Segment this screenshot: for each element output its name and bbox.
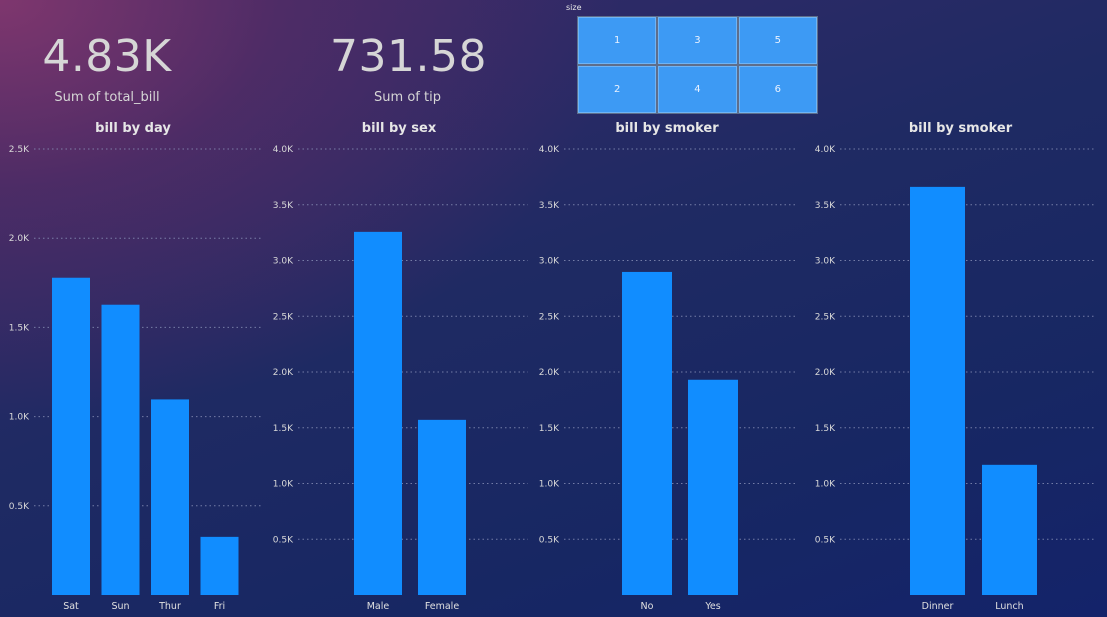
kpi-value: 4.83K [42, 31, 172, 82]
chart-plot: 0.5K 1.0K 1.5K 2.0K 2.5K 3.0K 3.5K 4.0K Male Fema… [273, 145, 528, 612]
kpi-card-tip: 731.58 Sum of tip [330, 31, 487, 106]
bar-no[interactable] [622, 271, 672, 595]
y-tick-label: 3.5K [815, 201, 836, 211]
y-tick-label: 0.5K [9, 502, 30, 512]
x-category-label: Fri [214, 601, 225, 612]
y-tick-label: 1.0K [273, 480, 294, 490]
slicer-tile-2[interactable]: 2 [578, 66, 657, 113]
slicer-title: size [566, 3, 582, 12]
y-tick-label: 2.5K [539, 312, 560, 322]
chart-bill-by-time: bill by smoker 0.5K 1.0K 1.5K 2.0K 2.5K 3.0K 3… [814, 118, 1107, 617]
y-tick-label: 0.5K [815, 535, 836, 545]
y-tick-label: 1.5K [539, 424, 560, 434]
x-category-label: Yes [704, 601, 720, 612]
kpi-card-total-bill: 4.83K Sum of total_bill [42, 31, 172, 106]
bar-yes[interactable] [688, 379, 738, 595]
slicer-tile-3[interactable]: 3 [658, 17, 737, 64]
y-tick-label: 4.0K [539, 145, 560, 155]
chart-plot: 0.5K 1.0K 1.5K 2.0K 2.5K 3.0K 3.5K 4.0K Dinner Lu… [815, 145, 1096, 612]
chart-bill-by-day: bill by day 0.5K 1.0K 1.5K 2.0K 2.5K Sat Sun Th… [0, 118, 266, 617]
slicer-tile-4[interactable]: 4 [658, 66, 737, 113]
y-tick-label: 2.0K [815, 368, 836, 378]
chart-plot: 0.5K 1.0K 1.5K 2.0K 2.5K Sat Sun Thur Fri [9, 145, 262, 612]
bar-male[interactable] [354, 231, 402, 595]
chart-bill-by-smoker: bill by smoker 0.5K 1.0K 1.5K 2.0K 2.5K 3.0K 3… [532, 118, 802, 617]
x-category-label: Sat [63, 601, 79, 612]
y-tick-label: 1.5K [273, 424, 294, 434]
y-tick-label: 3.5K [273, 201, 294, 211]
kpi-value: 731.58 [330, 31, 487, 82]
y-tick-label: 0.5K [273, 535, 294, 545]
kpi-label: Sum of total_bill [54, 90, 160, 105]
y-tick-label: 1.5K [815, 424, 836, 434]
x-category-label: Male [367, 601, 390, 612]
y-tick-label: 1.5K [9, 323, 30, 333]
bar-thur[interactable] [151, 399, 189, 595]
bar-sat[interactable] [52, 277, 90, 595]
bar-dinner[interactable] [910, 186, 965, 595]
y-tick-label: 1.0K [539, 480, 560, 490]
x-category-label: Sun [111, 601, 129, 612]
slicer-tile-5[interactable]: 5 [738, 17, 817, 64]
chart-plot: 0.5K 1.0K 1.5K 2.0K 2.5K 3.0K 3.5K 4.0K No Yes [539, 145, 798, 612]
x-category-label: Lunch [995, 601, 1023, 612]
kpi-label: Sum of tip [374, 90, 441, 105]
slicer-tile-6[interactable]: 6 [738, 66, 817, 113]
y-tick-label: 3.0K [539, 257, 560, 267]
x-category-label: Dinner [922, 601, 954, 612]
y-tick-label: 1.0K [9, 413, 30, 423]
x-category-label: No [641, 601, 654, 612]
y-tick-label: 4.0K [273, 145, 294, 155]
chart-bill-by-sex: bill by sex 0.5K 1.0K 1.5K 2.0K 2.5K 3.0K 3.5K… [266, 118, 532, 617]
bar-lunch[interactable] [982, 464, 1037, 595]
x-category-label: Female [425, 601, 460, 612]
y-tick-label: 3.0K [815, 257, 836, 267]
bar-fri[interactable] [200, 536, 239, 595]
slicer-tile-1[interactable]: 1 [578, 17, 657, 64]
size-slicer: 1 3 5 2 4 6 [577, 16, 818, 114]
y-tick-label: 2.5K [815, 312, 836, 322]
y-tick-label: 4.0K [815, 145, 836, 155]
x-category-label: Thur [158, 601, 181, 612]
y-tick-label: 3.5K [539, 201, 560, 211]
bar-sun[interactable] [101, 304, 140, 595]
y-tick-label: 0.5K [539, 535, 560, 545]
y-tick-label: 1.0K [815, 480, 836, 490]
y-tick-label: 2.5K [273, 312, 294, 322]
y-tick-label: 2.0K [273, 368, 294, 378]
y-tick-label: 2.5K [9, 145, 30, 155]
y-tick-label: 2.0K [9, 234, 30, 244]
bar-female[interactable] [418, 419, 466, 595]
y-tick-label: 2.0K [539, 368, 560, 378]
y-tick-label: 3.0K [273, 257, 294, 267]
